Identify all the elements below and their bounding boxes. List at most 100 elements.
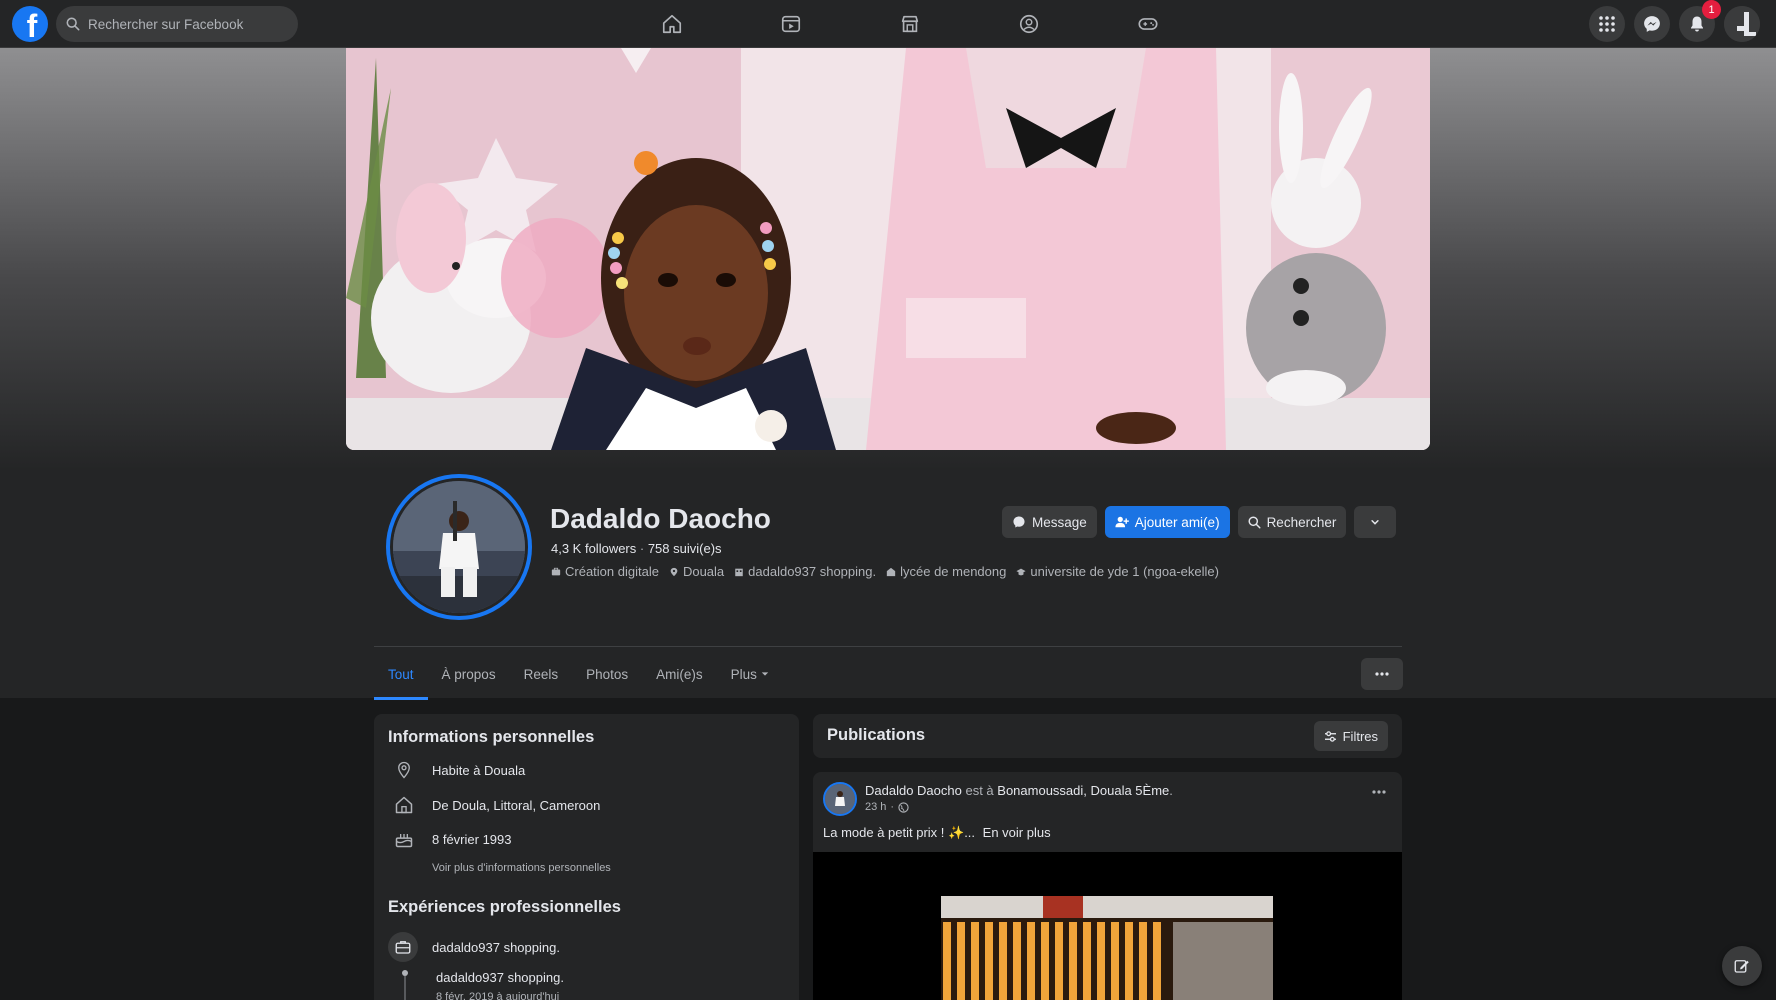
globe-icon <box>898 801 909 813</box>
ellipsis-icon <box>1372 790 1386 794</box>
birthday-cake-icon <box>392 827 416 851</box>
meta-text[interactable]: universite de yde 1 (ngoa-ekelle) <box>1030 564 1219 579</box>
work-text[interactable]: dadaldo937 shopping. <box>436 970 564 985</box>
post-time-text[interactable]: 23 h <box>865 801 886 813</box>
work-icon <box>734 567 744 577</box>
home-icon <box>661 13 683 35</box>
add-friend-button[interactable]: Ajouter ami(e) <box>1104 506 1230 538</box>
work-dates: 8 févr. 2019 à aujourd'hui <box>436 991 560 1000</box>
meta-item: universite de yde 1 (ngoa-ekelle) <box>1016 564 1219 579</box>
filters-label: Filtres <box>1342 728 1378 744</box>
profile-tabs: Tout À propos Reels Photos Ami(e)s Plus <box>374 648 783 700</box>
top-navigation-bar: f Rechercher sur Facebook 1 <box>0 0 1776 48</box>
info-text: Habite à Douala <box>432 762 526 778</box>
profile-picture-image <box>390 478 528 616</box>
nav-video[interactable] <box>731 0 850 48</box>
meta-text[interactable]: lycée de mendong <box>900 564 1006 579</box>
message-button[interactable]: Message <box>1002 506 1097 538</box>
compose-icon <box>1733 957 1751 975</box>
post-author-avatar[interactable] <box>823 782 857 816</box>
see-more-personal-info-link[interactable]: Voir plus d'informations personnelles <box>432 862 611 874</box>
post-is-at: est à <box>961 783 998 798</box>
messenger-button[interactable] <box>1634 6 1670 42</box>
search-icon <box>66 17 80 31</box>
post-image[interactable] <box>813 852 1402 1000</box>
ellipsis-icon <box>1375 672 1389 676</box>
account-avatar[interactable] <box>1724 6 1760 42</box>
add-friend-icon <box>1115 515 1129 529</box>
profile-stats: 4,3 K followers · 758 suivi(e)s <box>551 541 722 556</box>
tab-label: Photos <box>586 666 629 682</box>
filters-button[interactable]: Filtres <box>1313 721 1388 751</box>
tab-label: Reels <box>523 666 559 682</box>
work-text[interactable]: dadaldo937 shopping. <box>432 940 560 955</box>
message-button-label: Message <box>1032 514 1087 530</box>
info-text: 8 février 1993 <box>432 831 512 847</box>
meta-item: Douala <box>669 564 724 579</box>
school-icon <box>886 567 896 577</box>
messenger-icon <box>1012 515 1026 529</box>
caret-down-icon <box>761 670 769 678</box>
work-row: dadaldo937 shopping. 8 févr. 2019 à aujo… <box>402 970 564 1000</box>
profile-picture[interactable] <box>386 474 532 620</box>
nav-groups[interactable] <box>969 0 1088 48</box>
stats-separator: · <box>636 541 648 556</box>
info-text: De Doula, Littoral, Cameroon <box>432 797 601 813</box>
cover-photo[interactable] <box>346 48 1430 450</box>
notifications-button[interactable]: 1 <box>1679 0 1721 42</box>
location-icon <box>669 567 679 577</box>
profile-options-button[interactable] <box>1361 658 1403 690</box>
facebook-logo-letter: f <box>26 8 38 42</box>
post-author-name[interactable]: Dadaldo Daocho <box>865 783 962 798</box>
dot-separator: · <box>890 801 895 813</box>
groups-icon <box>1018 13 1040 35</box>
info-row-hometown: De Doula, Littoral, Cameroon <box>392 793 600 817</box>
intro-card: Informations personnelles Habite à Doual… <box>374 714 799 1000</box>
house-icon <box>392 793 416 817</box>
followers-count[interactable]: 4,3 K followers <box>551 541 636 556</box>
nav-home[interactable] <box>612 0 731 48</box>
new-message-button[interactable] <box>1722 946 1762 986</box>
see-more-link[interactable]: En voir plus <box>983 825 1051 840</box>
post-header: Dadaldo Daocho est à Bonamoussadi, Doual… <box>865 783 1173 798</box>
briefcase-icon <box>551 567 561 577</box>
tab-friends[interactable]: Ami(e)s <box>642 648 717 700</box>
post-timestamp: 23 h · <box>865 801 909 813</box>
work-experience-title: Expériences professionnelles <box>388 898 621 916</box>
tab-label: À propos <box>441 666 496 682</box>
facebook-logo[interactable]: f <box>12 6 48 42</box>
search-input[interactable] <box>88 16 288 32</box>
tab-all[interactable]: Tout <box>374 648 428 700</box>
following-count[interactable]: 758 suivi(e)s <box>648 541 722 556</box>
menu-button[interactable] <box>1589 6 1625 42</box>
info-row-residence: Habite à Douala <box>392 758 525 782</box>
meta-item: dadaldo937 shopping. <box>734 564 876 579</box>
notification-count-badge: 1 <box>1702 0 1721 19</box>
nav-gaming[interactable] <box>1088 0 1207 48</box>
tab-more[interactable]: Plus <box>717 648 783 700</box>
graduation-icon <box>1016 567 1026 577</box>
work-entry: dadaldo937 shopping. 8 févr. 2019 à aujo… <box>436 970 564 1000</box>
search-profile-button[interactable]: Rechercher <box>1237 506 1347 538</box>
briefcase-icon <box>388 932 418 962</box>
timeline-dot-icon <box>402 970 408 1000</box>
publications-header: Publications Filtres <box>813 714 1402 758</box>
info-row-birthday: 8 février 1993 <box>392 827 512 851</box>
meta-text[interactable]: dadaldo937 shopping. <box>748 564 876 579</box>
nav-marketplace[interactable] <box>850 0 969 48</box>
meta-item: Création digitale <box>551 564 659 579</box>
post-body: La mode à petit prix ! ✨... <box>823 825 976 840</box>
tab-reels[interactable]: Reels <box>510 648 573 700</box>
more-actions-button[interactable] <box>1354 506 1397 538</box>
post-period: . <box>1169 783 1173 798</box>
search-bar[interactable] <box>56 6 298 42</box>
tab-about[interactable]: À propos <box>428 648 510 700</box>
tab-photos[interactable]: Photos <box>572 648 642 700</box>
chevron-down-icon <box>1370 517 1380 527</box>
post-options-button[interactable] <box>1372 790 1386 794</box>
publications-title: Publications <box>827 726 926 744</box>
menu-grid-icon <box>1598 15 1616 33</box>
search-icon <box>1248 515 1261 529</box>
post-place[interactable]: Bonamoussadi, Douala 5Ème <box>997 783 1169 798</box>
post-card: Dadaldo Daocho est à Bonamoussadi, Doual… <box>813 772 1402 1000</box>
